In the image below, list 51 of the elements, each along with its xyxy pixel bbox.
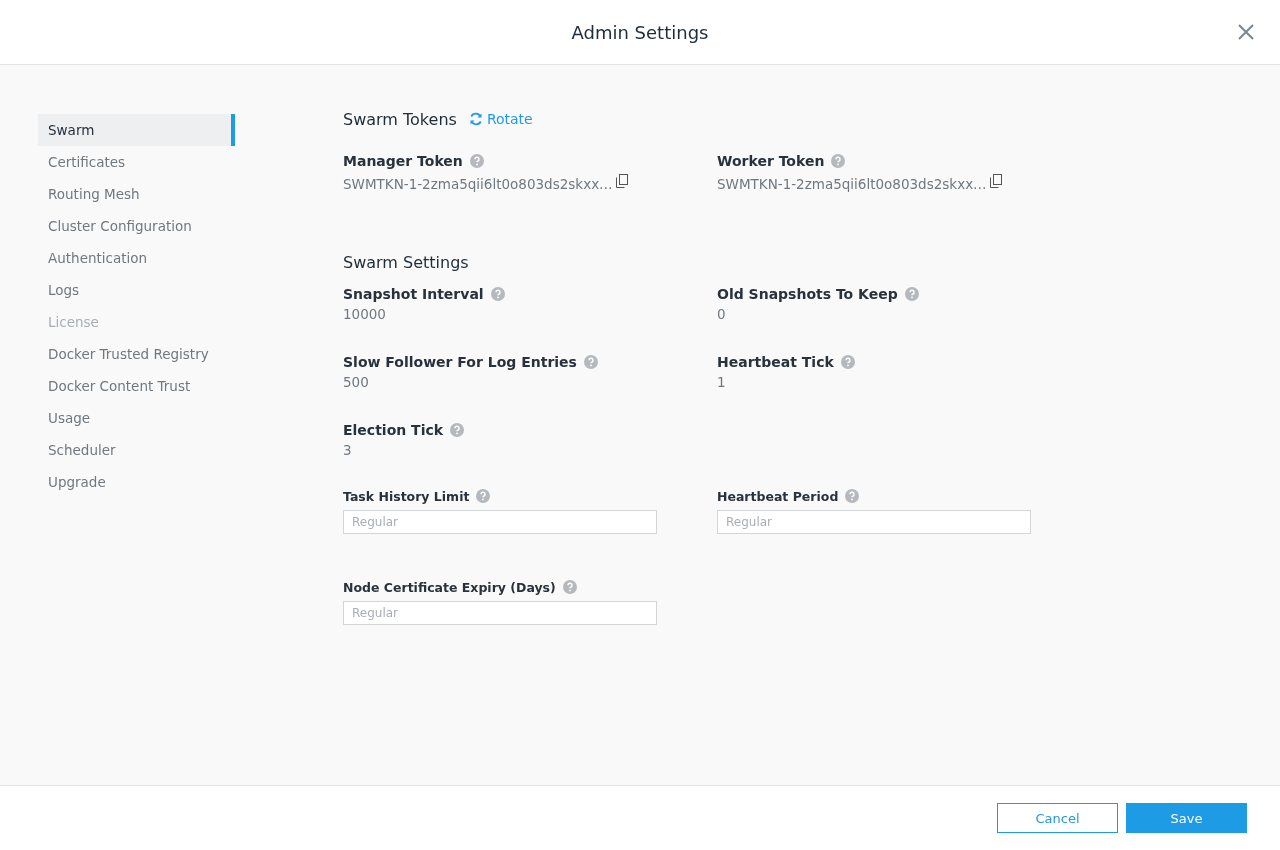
field-value: 10000 (343, 305, 387, 324)
copy-icon[interactable] (615, 174, 628, 188)
sidebar-item[interactable]: Docker Trusted Registry (38, 338, 235, 370)
sidebar-item[interactable]: Logs (38, 274, 235, 306)
text-input[interactable]: Regular (343, 601, 657, 625)
help-icon[interactable] (562, 580, 577, 594)
field-label: Slow Follower For Log Entries (343, 354, 577, 370)
sidebar-item[interactable]: Usage (38, 402, 235, 434)
field-label: Election Tick (343, 422, 444, 438)
field-label: Heartbeat Tick (717, 354, 834, 370)
field-label: Heartbeat Period (717, 488, 839, 504)
help-icon[interactable] (469, 154, 484, 168)
text-input[interactable]: Regular (717, 510, 1031, 534)
sidebar-item[interactable]: Authentication (38, 242, 235, 274)
help-icon[interactable] (904, 287, 919, 301)
cancel-button[interactable]: Cancel (997, 803, 1118, 833)
window-title: Admin Settings (571, 21, 709, 43)
help-icon[interactable] (840, 355, 855, 369)
help-icon[interactable] (450, 423, 465, 437)
token-value: SWMTKN-1-2zma5qii6lt0o803ds2skxx… (343, 175, 613, 194)
copy-icon[interactable] (989, 174, 1002, 188)
field-value: 3 (343, 441, 353, 460)
field-label: Manager Token (343, 153, 463, 169)
text-input[interactable]: Regular (343, 510, 657, 534)
help-icon[interactable] (476, 489, 491, 503)
sidebar-item[interactable]: Cluster Configuration (38, 210, 235, 242)
help-icon[interactable] (845, 489, 860, 503)
save-button[interactable]: Save (1126, 803, 1247, 833)
sidebar-item[interactable]: Upgrade (38, 466, 235, 498)
sidebar-item[interactable]: Docker Content Trust (38, 370, 235, 402)
refresh-icon[interactable] (468, 112, 483, 126)
field-value: 0 (717, 305, 727, 324)
sidebar-item[interactable]: Routing Mesh (38, 178, 235, 210)
help-icon[interactable] (490, 287, 505, 301)
field-label: Snapshot Interval (343, 286, 484, 302)
field-value: 500 (343, 373, 370, 392)
field-label: Worker Token (717, 153, 825, 169)
close-icon[interactable] (1238, 24, 1254, 40)
section-title: Swarm Settings (343, 253, 470, 272)
sidebar-item[interactable]: Scheduler (38, 434, 235, 466)
help-icon[interactable] (831, 154, 846, 168)
token-value: SWMTKN-1-2zma5qii6lt0o803ds2skxx… (717, 175, 987, 194)
field-label: Task History Limit (343, 488, 470, 504)
sidebar-item[interactable]: Certificates (38, 146, 235, 178)
field-label: Node Certificate Expiry (Days) (343, 579, 556, 595)
section-title: Swarm Tokens (343, 109, 457, 129)
field-value: 1 (717, 373, 727, 392)
help-icon[interactable] (583, 355, 598, 369)
rotate-link[interactable]: Rotate (468, 111, 533, 127)
sidebar-item[interactable]: Swarm (38, 114, 235, 146)
field-label: Old Snapshots To Keep (717, 286, 898, 302)
